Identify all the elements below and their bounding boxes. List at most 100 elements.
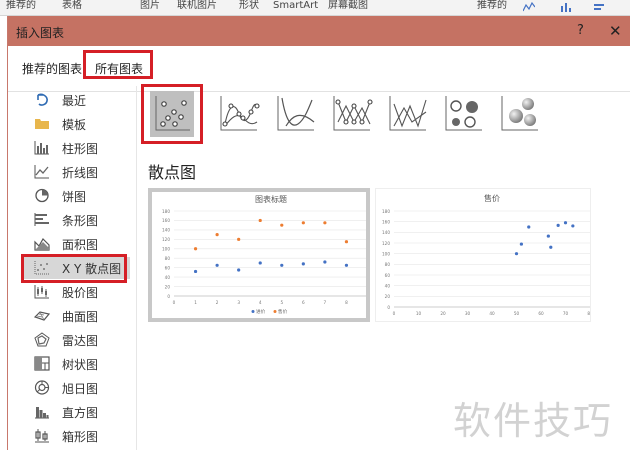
sidebar-item-radar[interactable]: 雷达图: [24, 329, 130, 351]
data-point: [323, 221, 327, 225]
sidebar-item-label: 树状图: [62, 358, 99, 372]
x-tick-label: 30: [465, 311, 471, 316]
sidebar-item-sunburst[interactable]: 旭日图: [24, 377, 130, 399]
data-point: [237, 268, 241, 272]
ribbon-smartart: SmartArt: [273, 0, 319, 11]
help-button[interactable]: ?: [577, 23, 584, 38]
x-tick-label: 70: [563, 311, 569, 316]
legend-label: 售价: [278, 308, 288, 315]
y-tick-label: 40: [385, 283, 391, 288]
legend-marker: [251, 310, 255, 313]
ribbon-recommended-charts: 推荐的: [477, 0, 507, 11]
bubble-icon[interactable]: [442, 92, 486, 136]
y-tick-label: 120: [162, 237, 170, 242]
data-point: [563, 221, 568, 225]
x-tick-label: 5: [280, 300, 283, 305]
scatter-straight-lines-markers-icon[interactable]: [330, 92, 374, 136]
radar-chart-icon: [34, 332, 50, 347]
sidebar-item-pie[interactable]: 饼图: [24, 185, 130, 207]
sidebar-item-label: 面积图: [62, 238, 99, 252]
x-tick-label: 8: [345, 300, 348, 305]
x-tick-label: 0: [173, 300, 176, 305]
x-tick-label: 60: [538, 311, 544, 316]
x-tick-label: 4: [259, 300, 262, 305]
sidebar-item-label: 柱形图: [62, 142, 99, 156]
sidebar-item-line[interactable]: 折线图: [24, 161, 130, 183]
scatter-smooth-lines-icon[interactable]: [274, 92, 318, 136]
tab-strip: 推荐的图表 所有图表: [8, 46, 630, 91]
sidebar-item-label: 条形图: [62, 214, 99, 228]
bubble-3d-icon[interactable]: [498, 92, 542, 136]
data-point: [193, 247, 198, 251]
sidebar-item-treemap[interactable]: 树状图: [24, 353, 130, 375]
y-tick-label: 140: [162, 228, 170, 233]
x-tick-label: 20: [440, 311, 446, 316]
stock-chart-icon: [34, 285, 49, 299]
sidebar-item-surface[interactable]: 曲面图: [24, 305, 130, 327]
x-tick-label: 40: [489, 311, 495, 316]
data-point: [323, 260, 327, 264]
folder-icon: [35, 119, 49, 129]
data-point: [344, 240, 349, 244]
line-chart-icon: [34, 165, 49, 179]
sidebar-item-label: 最近: [62, 94, 87, 108]
y-tick-label: 20: [165, 284, 171, 289]
histogram-chart-icon: [35, 407, 49, 419]
tab-all-charts[interactable]: 所有图表: [95, 60, 143, 77]
insert-chart-dialog: 插入图表 ? ✕ 推荐的图表 所有图表 最近 模板 柱形图 折线图 饼图 条形图…: [7, 16, 630, 450]
sidebar-item-recent[interactable]: 最近: [24, 89, 130, 111]
sidebar-item-templates[interactable]: 模板: [24, 113, 130, 135]
chart-preview-1[interactable]: 图表标题0204060801001201401601800123456789进价…: [148, 188, 370, 322]
y-tick-label: 180: [162, 209, 170, 214]
sidebar-item-label: 股价图: [62, 286, 99, 300]
data-point: [258, 261, 262, 265]
sidebar-item-boxplot[interactable]: 箱形图: [24, 425, 130, 447]
data-point: [301, 221, 305, 225]
sidebar-item-label: 旭日图: [62, 382, 99, 396]
y-tick-label: 60: [165, 265, 171, 270]
sidebar-item-column[interactable]: 柱形图: [24, 137, 130, 159]
y-tick-label: 160: [162, 218, 170, 223]
data-point: [237, 237, 241, 241]
x-tick-label: 50: [514, 311, 520, 316]
sidebar-item-area[interactable]: 面积图: [24, 233, 130, 255]
sidebar-item-stock[interactable]: 股价图: [24, 281, 130, 303]
scatter-icon[interactable]: [150, 92, 194, 136]
data-point: [215, 233, 219, 237]
sidebar-item-label: 模板: [62, 118, 87, 132]
sidebar-item-bar[interactable]: 条形图: [24, 209, 130, 231]
chart-preview-2[interactable]: 售价 0 20 40 60 80 100 120 140 160 180 0 10 20 30 40 50 60 7…: [375, 188, 591, 322]
scatter-smooth-lines-markers-icon[interactable]: [217, 92, 261, 136]
x-tick-label: 1: [194, 300, 197, 305]
sidebar-item-histogram[interactable]: 直方图: [24, 401, 130, 423]
tab-recommended-charts[interactable]: 推荐的图表: [22, 60, 82, 77]
ribbon-picture: 图片: [140, 0, 160, 11]
chart-preview-2-svg: 售价 0 20 40 60 80 100 120 140 160 180 0 10 20 30 40 50 60 7…: [382, 193, 590, 316]
data-point: [301, 262, 305, 266]
y-tick-label: 100: [382, 251, 390, 256]
recent-icon: [37, 93, 48, 106]
y-tick-label: 0: [387, 305, 390, 310]
sidebar-item-label: 曲面图: [62, 310, 99, 324]
y-tick-label: 80: [165, 256, 171, 261]
sunburst-chart-icon: [34, 380, 50, 395]
watermark: 软件技巧: [453, 399, 614, 443]
legend-label: 进价: [256, 308, 266, 315]
ribbon-background: 推荐的 表格 图片 联机图片 形状 SmartArt 屏幕截图 推荐的: [0, 0, 630, 16]
data-point: [215, 263, 219, 267]
bar-chart-icon: [34, 213, 49, 226]
scatter-straight-lines-icon[interactable]: [386, 92, 430, 136]
sidebar-item-label: 直方图: [62, 406, 99, 420]
area-chart-icon: [34, 238, 50, 251]
y-tick-label: 80: [385, 262, 391, 267]
sidebar-item-label: 饼图: [62, 190, 87, 204]
ribbon-screenshot: 屏幕截图: [328, 0, 368, 11]
legend-marker: [273, 310, 277, 313]
data-point: [556, 223, 560, 227]
pie-chart-icon: [35, 188, 49, 203]
x-tick-label: 6: [302, 300, 305, 305]
x-tick-label: 7: [324, 300, 327, 305]
close-button[interactable]: ✕: [609, 22, 622, 40]
chart-title: 售价: [484, 193, 500, 203]
ribbon-online-picture: 联机图片: [177, 0, 217, 11]
